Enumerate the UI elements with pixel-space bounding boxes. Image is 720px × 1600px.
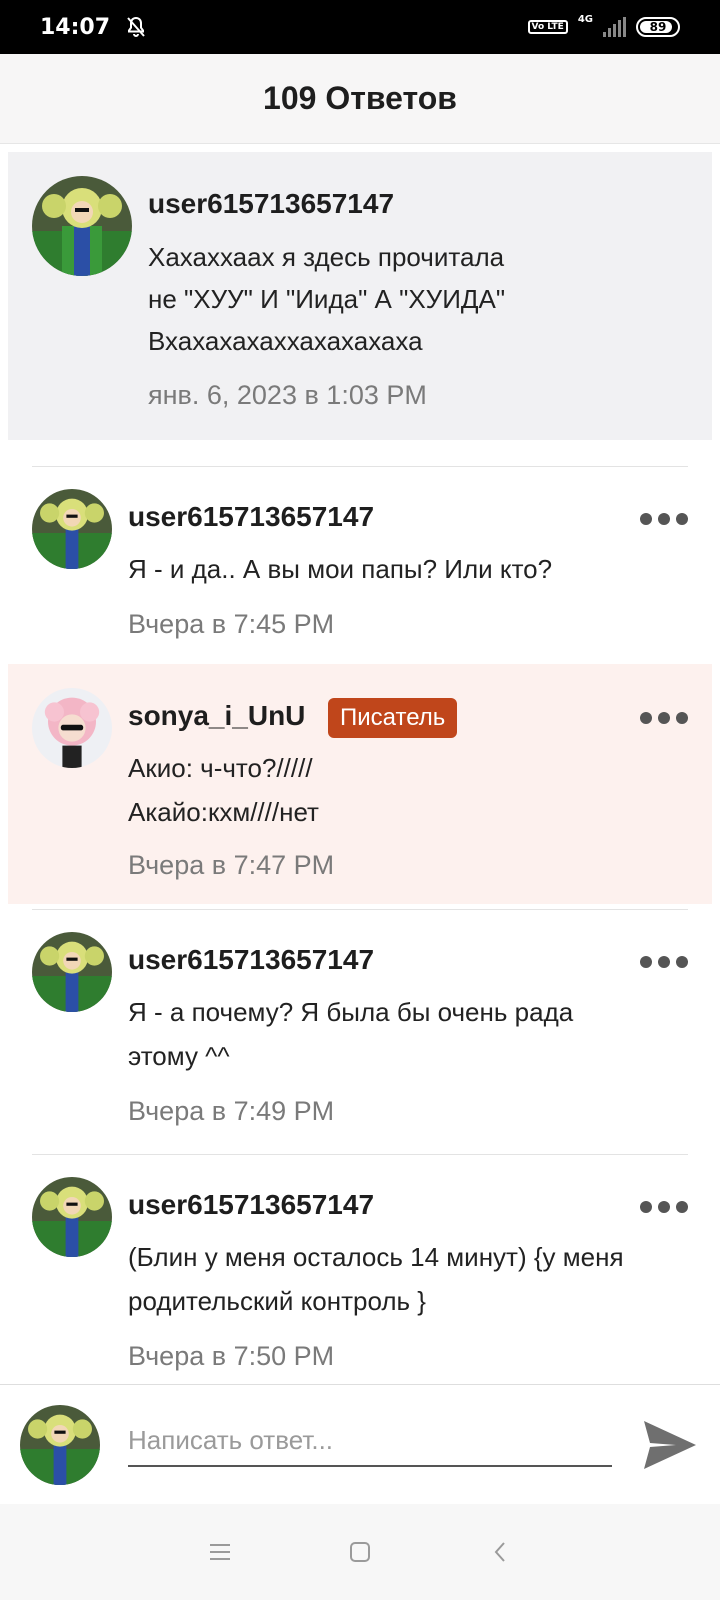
menu-button[interactable] bbox=[200, 1532, 240, 1572]
reply-text-line: Акио: ч-что?///// bbox=[128, 753, 313, 783]
page-title: 109 Ответов bbox=[263, 80, 457, 116]
comment-timestamp: янв. 6, 2023 в 1:03 PM bbox=[148, 380, 427, 410]
reply-timestamp: Вчера в 7:45 PM bbox=[128, 609, 335, 639]
reply-input[interactable] bbox=[128, 1415, 612, 1467]
reply-timestamp: Вчера в 7:50 PM bbox=[128, 1341, 335, 1371]
avatar bbox=[20, 1405, 100, 1485]
reply-text-line: этому ^^ bbox=[128, 1041, 230, 1071]
page-header: 109 Ответов bbox=[0, 54, 720, 144]
more-options-button[interactable] bbox=[640, 507, 688, 531]
volte-icon: Vo LTE bbox=[527, 20, 568, 34]
reply-username[interactable]: sonya_i_UnU bbox=[128, 700, 305, 732]
reply-item: user615713657147 Я - а почему? Я была бы… bbox=[0, 910, 720, 1150]
reply-username[interactable]: user615713657147 bbox=[128, 501, 374, 533]
comment-text-line: Вхахахахаххахахахаха bbox=[148, 326, 423, 356]
home-button[interactable] bbox=[340, 1532, 380, 1572]
reply-text-line: Я - и да.. А вы мои папы? Или кто? bbox=[128, 554, 553, 584]
signal-icon bbox=[603, 17, 626, 37]
status-time: 14:07 bbox=[40, 14, 111, 40]
system-nav-bar bbox=[0, 1504, 720, 1600]
avatar[interactable] bbox=[32, 489, 112, 569]
reply-text: Я - а почему? Я была бы очень рада этому… bbox=[128, 990, 698, 1078]
original-comment: user615713657147 Хахаххаах я здесь прочи… bbox=[8, 152, 712, 440]
reply-text: (Блин у меня осталось 14 минут) {у меня … bbox=[128, 1235, 698, 1323]
avatar[interactable] bbox=[32, 932, 112, 1012]
avatar[interactable] bbox=[32, 1177, 112, 1257]
reply-text-line: Акайо:кхм////нет bbox=[128, 797, 319, 827]
chevron-left-icon bbox=[494, 1542, 505, 1562]
comment-username[interactable]: user615713657147 bbox=[148, 188, 394, 220]
comment-text-line: Хахаххаах я здесь прочитала bbox=[148, 242, 505, 272]
send-icon[interactable] bbox=[640, 1415, 700, 1475]
more-options-button[interactable] bbox=[640, 1195, 688, 1219]
more-options-button[interactable] bbox=[640, 706, 688, 730]
menu-icon bbox=[210, 1544, 230, 1560]
reply-username[interactable]: user615713657147 bbox=[128, 1189, 374, 1221]
comment-text-line: не "ХУУ" И "Иида" А "ХУИДА" bbox=[148, 284, 506, 314]
avatar[interactable] bbox=[32, 176, 132, 276]
reply-item: user615713657147 Я - и да.. А вы мои пап… bbox=[0, 467, 720, 663]
battery-level: 89 bbox=[649, 20, 667, 34]
reply-text: Я - и да.. А вы мои папы? Или кто? bbox=[128, 547, 698, 591]
reply-timestamp: Вчера в 7:47 PM bbox=[128, 850, 335, 880]
back-button[interactable] bbox=[480, 1532, 520, 1572]
comment-text: Хахаххаах я здесь прочитала не "ХУУ" И "… bbox=[148, 236, 688, 362]
network-type: 4G bbox=[577, 13, 593, 25]
reply-text-line: родительский контроль } bbox=[128, 1286, 426, 1316]
reply-username[interactable]: user615713657147 bbox=[128, 944, 374, 976]
reply-item: sonya_i_UnU Писатель Акио: ч-что?///// А… bbox=[8, 664, 712, 904]
reply-text-line: (Блин у меня осталось 14 минут) {у меня bbox=[128, 1242, 624, 1272]
status-bar: 14:07 Vo LTE 4G 89 bbox=[0, 0, 720, 54]
reply-timestamp: Вчера в 7:49 PM bbox=[128, 1096, 335, 1126]
reply-item: user615713657147 (Блин у меня осталось 1… bbox=[0, 1155, 720, 1383]
reply-composer bbox=[0, 1384, 720, 1504]
writer-badge: Писатель bbox=[328, 698, 458, 738]
battery-icon: 89 bbox=[636, 17, 680, 37]
status-indicators: Vo LTE 4G 89 bbox=[527, 13, 680, 37]
avatar[interactable] bbox=[32, 688, 112, 768]
reply-text-line: Я - а почему? Я была бы очень рада bbox=[128, 997, 574, 1027]
home-square-icon bbox=[350, 1542, 370, 1562]
reply-text: Акио: ч-что?///// Акайо:кхм////нет bbox=[128, 746, 698, 834]
bell-off-icon bbox=[127, 16, 145, 37]
more-options-button[interactable] bbox=[640, 950, 688, 974]
